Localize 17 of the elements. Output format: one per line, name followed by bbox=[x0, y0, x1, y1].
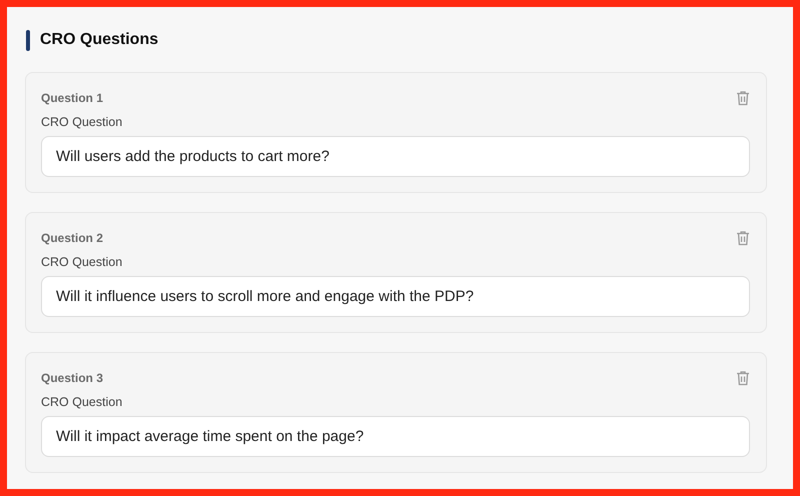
delete-button[interactable] bbox=[736, 90, 750, 106]
trash-icon bbox=[736, 230, 750, 246]
delete-button[interactable] bbox=[736, 230, 750, 246]
delete-button[interactable] bbox=[736, 370, 750, 386]
accent-bar bbox=[26, 30, 30, 50]
section-title: CRO Questions bbox=[40, 31, 158, 49]
field-label: CRO Question bbox=[41, 395, 124, 409]
trash-icon bbox=[736, 370, 750, 386]
question-heading: Question 3 bbox=[41, 371, 104, 385]
field-label: CRO Question bbox=[41, 255, 124, 269]
question-input[interactable]: Will users add the products to cart more? bbox=[41, 136, 750, 177]
question-input[interactable]: Will it impact average time spent on the page? bbox=[41, 416, 750, 457]
trash-icon bbox=[736, 90, 750, 106]
question-heading: Question 2 bbox=[41, 231, 104, 245]
question-heading: Question 1 bbox=[41, 91, 104, 105]
field-label: CRO Question bbox=[41, 115, 124, 129]
question-input[interactable]: Will it influence users to scroll more and engage with the PDP? bbox=[41, 276, 750, 317]
